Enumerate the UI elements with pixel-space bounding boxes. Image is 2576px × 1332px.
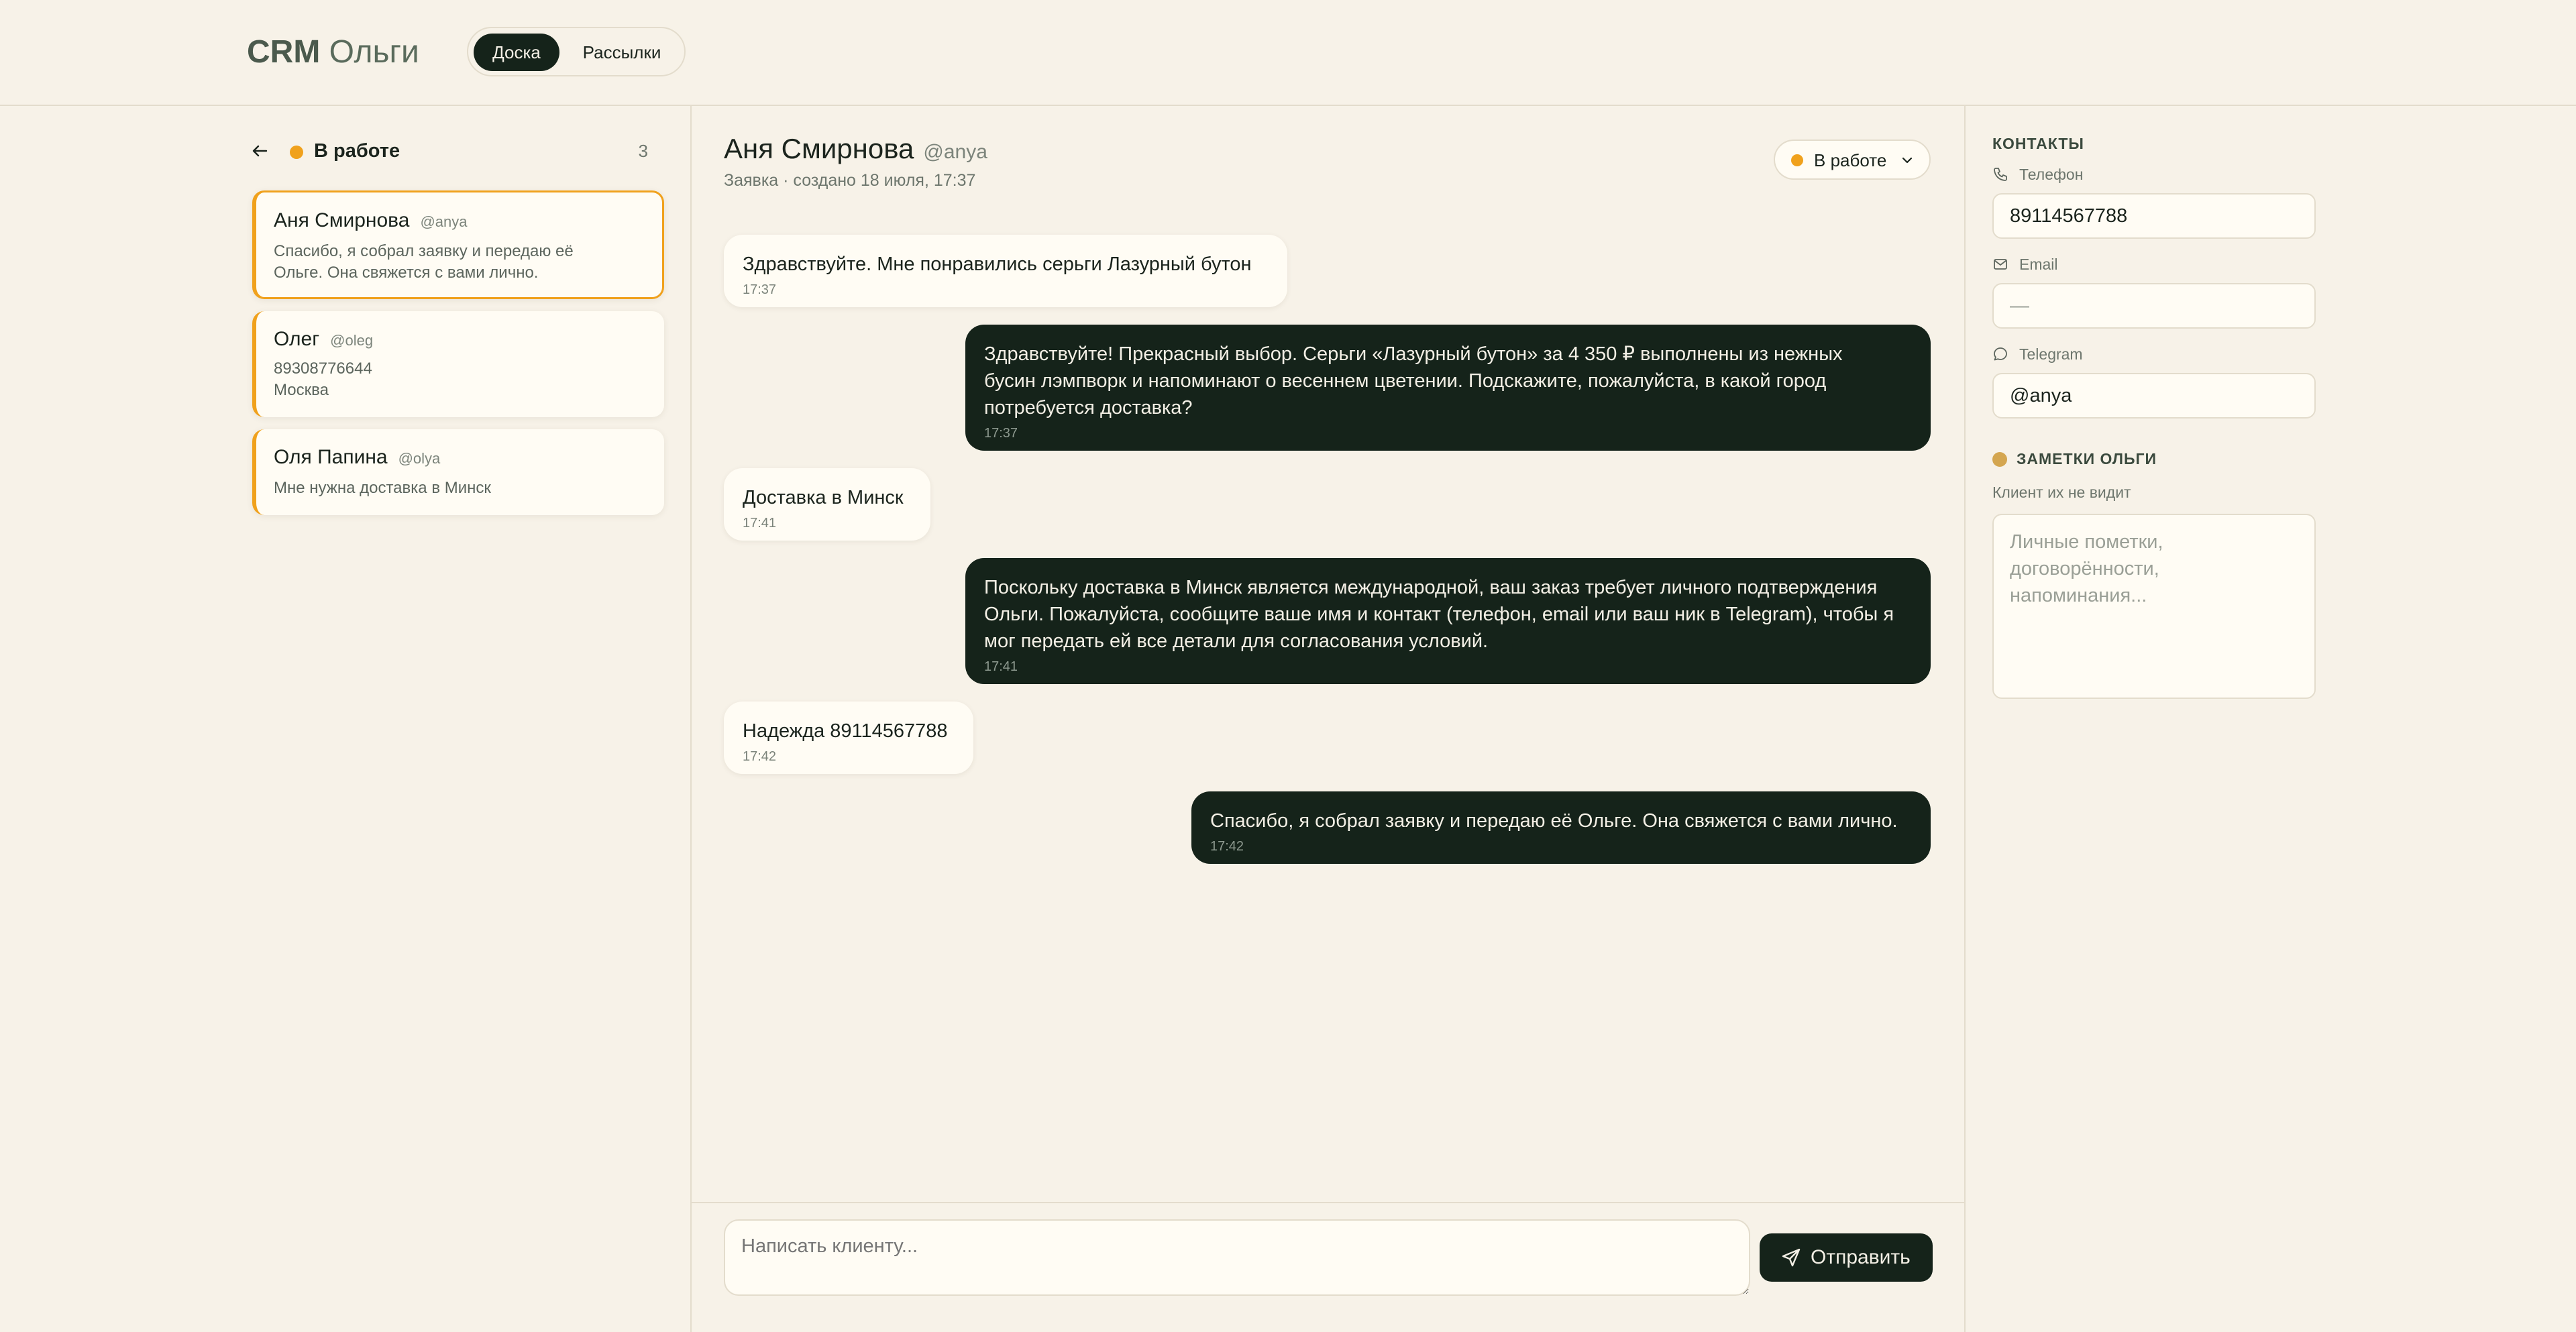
message-outgoing: Здравствуйте! Прекрасный выбор. Серьги «… [965,325,1931,451]
message-outgoing: Спасибо, я собрал заявку и передаю её Ол… [1191,791,1931,864]
message-text: Поскольку доставка в Минск является межд… [984,577,1878,598]
lead-card[interactable]: Олег @oleg 89308776644 Москва [252,311,664,417]
lead-handle: @olya [398,450,441,467]
email-label-text: Email [2019,256,2058,273]
notes-hint: Клиент их не видит [1992,484,2131,501]
contacts-title: КОНТАКТЫ [1992,135,2084,152]
lead-handle: @anya [420,213,468,230]
lead-card-name: Оля Папина @olya [274,445,440,471]
main-nav: Доска Рассылки [467,27,686,76]
column-header: В работе 3 [250,134,652,168]
phone-label-text: Телефон [2019,166,2084,183]
notes-dot [1992,452,2007,467]
message-text: Доставка в Минск [743,487,904,508]
message-text: Здравствуйте! Прекрасный выбор. Серьги «… [984,343,1843,365]
message-text: Здравствуйте. Мне понравились серьги Лаз… [743,254,1252,275]
send-icon [1782,1248,1801,1267]
message-text: Спасибо, я собрал заявку и передаю её Ол… [1210,810,1898,832]
lead-name: Аня Смирнова [274,209,410,231]
message-text: потребуется доставка? [984,397,1193,419]
lead-preview-line: Москва [274,381,329,399]
message-incoming: Здравствуйте. Мне понравились серьги Лаз… [724,235,1287,307]
send-label: Отправить [1811,1246,1911,1268]
client-name: Аня Смирнова [724,133,914,164]
telegram-label: Telegram [1992,345,2083,364]
message-text: Надежда 89114567788 [743,720,948,742]
message-time: 17:41 [984,659,1018,674]
lead-name: Олег [274,328,320,350]
status-dropdown[interactable]: В работе [1774,140,1931,180]
lead-preview-line: 89308776644 [274,359,372,378]
status-dot [290,146,303,159]
tab-mailings[interactable]: Рассылки [572,34,672,71]
phone-field[interactable]: 89114567788 [1992,193,2316,239]
lead-preview-line: Спасибо, я собрал заявку и передаю её [274,242,574,260]
message-incoming: Надежда 89114567788 17:42 [724,702,973,774]
chat-bubble-icon [1994,347,2007,361]
notes-title: ЗАМЕТКИ ОЛЬГИ [2017,450,2157,467]
send-button[interactable]: Отправить [1760,1233,1933,1282]
status-dot [1791,154,1803,166]
message-time: 17:42 [743,749,777,764]
lead-card-name: Аня Смирнова @anya [274,209,467,234]
brand-bold: CRM [247,34,321,70]
app-header: CRM Ольги Доска Рассылки [0,0,2576,106]
client-handle: @anya [923,141,987,163]
lead-name: Оля Папина [274,446,388,468]
chat-subtitle: Заявка · создано 18 июля, 17:37 [724,171,976,190]
chat-panel: Аня Смирнова @anya Заявка · создано 18 ию… [692,106,1964,1332]
message-text: мог передать ей все детали для согласова… [984,630,1489,652]
telegram-label-text: Telegram [2019,345,2083,363]
message-text: бусин лэмпворк и напоминают о весеннем ц… [984,370,1827,392]
app-logo: CRM Ольги [247,32,419,72]
contact-panel: КОНТАКТЫ Телефон 89114567788 Email — Tel… [1964,106,2576,1332]
arrow-left-icon[interactable] [250,141,270,161]
telegram-field[interactable]: @anya [1992,373,2316,419]
status-label: В работе [1814,150,1887,170]
mail-icon [1994,259,2007,270]
lead-card[interactable]: Оля Папина @olya Мне нужна доставка в Мин… [252,429,664,515]
lead-handle: @oleg [330,332,374,349]
message-text: Ольги. Пожалуйста, сообщите ваше имя и к… [984,604,1894,625]
board-column: В работе 3 Аня Смирнова @anya Спасибо, я … [0,106,692,1332]
chat-title: Аня Смирнова @anya [724,131,987,170]
lead-preview-line: Ольге. Она свяжется с вами лично. [274,264,539,282]
message-time: 17:41 [743,516,777,531]
email-field[interactable]: — [1992,283,2316,329]
message-time: 17:37 [984,426,1018,441]
message-input[interactable] [724,1219,1750,1296]
message-time: 17:42 [1210,839,1244,854]
lead-card-name: Олег @oleg [274,327,373,353]
tab-board[interactable]: Доска [474,34,559,71]
phone-label: Телефон [1992,165,2083,184]
composer: Отправить [692,1202,1964,1332]
lead-preview-line: Мне нужна доставка в Минск [274,479,491,497]
message-incoming: Доставка в Минск 17:41 [724,468,930,541]
chevron-down-icon [1902,157,1913,164]
brand-name: Ольги [329,34,419,70]
phone-icon [1994,168,2007,181]
email-label: Email [1992,255,2058,274]
lead-card[interactable]: Аня Смирнова @anya Спасибо, я собрал заяв… [252,190,664,299]
column-count: 3 [638,141,648,161]
notes-textarea[interactable]: Личные пометки, договорённости, напомина… [1992,514,2316,699]
column-title: В работе [314,140,400,162]
message-time: 17:37 [743,282,777,297]
message-outgoing: Поскольку доставка в Минск является межд… [965,558,1931,684]
